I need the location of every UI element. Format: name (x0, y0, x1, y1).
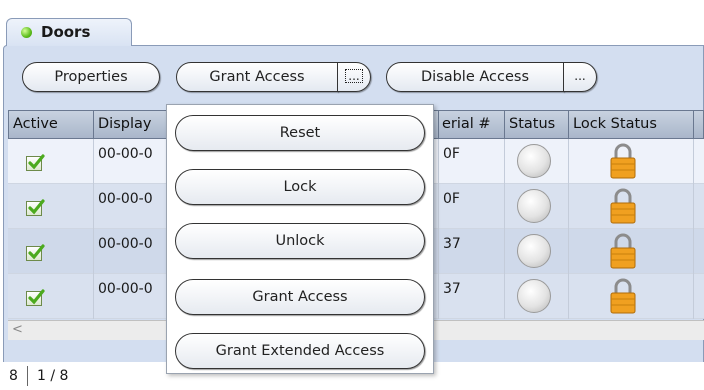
properties-button[interactable]: Properties (22, 62, 160, 92)
active-cell[interactable] (8, 139, 94, 184)
unlock-button[interactable]: Unlock (175, 223, 425, 259)
lock-status-cell (569, 139, 694, 184)
column-header-status[interactable]: Status (505, 110, 569, 139)
column-header-lock-status[interactable]: Lock Status (569, 110, 694, 139)
checkbox-checked-icon[interactable] (26, 244, 45, 261)
lock-status-cell (569, 229, 694, 274)
grant-access-popup-menu: Reset Lock Unlock Grant Access Grant Ext… (166, 104, 434, 374)
lock-status-cell (569, 184, 694, 229)
tab-doors[interactable]: Doors (6, 18, 132, 46)
status-dot-icon (21, 27, 32, 38)
status-off-icon (517, 234, 551, 268)
grant-access-button[interactable]: Grant Access (176, 62, 338, 92)
checkbox-checked-icon[interactable] (26, 154, 45, 171)
status-cell (505, 139, 569, 184)
column-header-serial[interactable]: erial # (439, 110, 505, 139)
lock-button[interactable]: Lock (175, 169, 425, 205)
active-cell[interactable] (8, 274, 94, 319)
grant-access-menu-button[interactable]: Grant Access (175, 279, 425, 315)
status-cell (505, 184, 569, 229)
more-label: ... (345, 69, 363, 83)
lock-icon (610, 233, 636, 269)
disable-access-more-button[interactable]: ... (563, 62, 597, 92)
checkbox-checked-icon[interactable] (26, 289, 45, 306)
active-cell[interactable] (8, 184, 94, 229)
checkbox-checked-icon[interactable] (26, 199, 45, 216)
scroll-left-icon[interactable]: < (12, 322, 23, 337)
status-cell (505, 229, 569, 274)
lock-status-cell (569, 274, 694, 319)
grant-access-more-button[interactable]: ... (337, 62, 371, 92)
column-header-active[interactable]: Active (8, 110, 94, 139)
lock-icon (610, 188, 636, 224)
lock-icon (610, 143, 636, 179)
divider (27, 366, 28, 386)
status-off-icon (517, 189, 551, 223)
serial-cell: 0F (439, 139, 505, 184)
status-cell (505, 274, 569, 319)
lock-icon (610, 278, 636, 314)
reset-button[interactable]: Reset (175, 115, 425, 151)
tab-label: Doors (41, 23, 91, 41)
more-label: ... (574, 69, 586, 83)
page-indicator: 1 / 8 (37, 368, 69, 384)
serial-cell: 0F (439, 184, 505, 229)
status-off-icon (517, 144, 551, 178)
active-cell[interactable] (8, 229, 94, 274)
record-count: 8 (9, 368, 18, 384)
status-off-icon (517, 279, 551, 313)
disable-access-button[interactable]: Disable Access (386, 62, 564, 92)
grant-extended-access-button[interactable]: Grant Extended Access (175, 333, 425, 369)
serial-cell: 37 (439, 274, 505, 319)
column-header-filler (694, 110, 704, 139)
serial-cell: 37 (439, 229, 505, 274)
